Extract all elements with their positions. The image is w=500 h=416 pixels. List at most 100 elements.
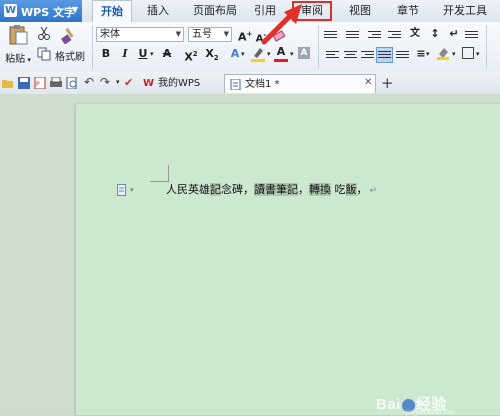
text-segment: ， bbox=[298, 183, 309, 196]
text-segment: ， bbox=[356, 183, 368, 196]
chevron-down-icon[interactable]: ▾ bbox=[452, 50, 456, 58]
strikethrough-icon[interactable]: A bbox=[160, 47, 174, 61]
tab-label: 插入 bbox=[147, 4, 169, 17]
shading-icon[interactable] bbox=[436, 46, 450, 60]
increase-indent-icon[interactable] bbox=[388, 29, 401, 41]
paragraph-handle-icon[interactable] bbox=[117, 184, 127, 196]
align-right-icon[interactable] bbox=[361, 49, 374, 61]
font-name-value: 宋体 bbox=[100, 29, 120, 40]
highlighted-text-segment: 飯 bbox=[345, 183, 357, 196]
tab-view[interactable]: 视图 bbox=[342, 0, 378, 22]
font-name-select[interactable]: 宋体 ▼ bbox=[96, 27, 184, 42]
chevron-down-icon[interactable]: ▾ bbox=[130, 186, 134, 194]
tab-sections[interactable]: 章节 bbox=[390, 0, 426, 22]
justify-icon[interactable] bbox=[376, 47, 393, 63]
text-segment: 人民英雄 bbox=[166, 183, 210, 196]
text-effect-icon[interactable]: A bbox=[228, 47, 242, 61]
tab-label: 章节 bbox=[397, 4, 419, 17]
crop-mark bbox=[168, 165, 169, 182]
borders-icon[interactable] bbox=[462, 47, 474, 59]
paste-label: 粘贴 bbox=[5, 54, 26, 65]
highlight-color-icon[interactable] bbox=[250, 46, 266, 62]
ribbon-separator bbox=[318, 25, 319, 69]
chevron-down-icon[interactable]: ▾ bbox=[267, 50, 271, 58]
cut-icon[interactable] bbox=[37, 26, 51, 40]
ribbon-separator bbox=[486, 25, 487, 69]
tab-label: 开始 bbox=[101, 5, 123, 18]
paste-icon bbox=[9, 25, 28, 45]
open-folder-icon[interactable] bbox=[2, 77, 14, 89]
bullet-list-icon[interactable] bbox=[324, 29, 337, 41]
decrease-indent-icon[interactable] bbox=[368, 29, 381, 41]
copy-icon[interactable] bbox=[37, 47, 51, 61]
tab-insert[interactable]: 插入 bbox=[140, 0, 176, 22]
grow-font-icon[interactable]: A+ bbox=[238, 27, 252, 44]
numbered-list-icon[interactable] bbox=[346, 29, 359, 41]
document-page[interactable] bbox=[76, 104, 500, 415]
align-left-icon[interactable] bbox=[326, 49, 339, 61]
italic-icon[interactable]: I bbox=[118, 47, 132, 61]
new-tab-icon[interactable]: + bbox=[381, 74, 394, 92]
subscript-icon[interactable]: X2 bbox=[205, 47, 219, 62]
ribbon-separator bbox=[92, 25, 93, 69]
doc-tab-label: 文档1 * bbox=[245, 79, 280, 90]
text-segment: 吃 bbox=[331, 183, 346, 196]
font-size-select[interactable]: 五号 ▼ bbox=[188, 27, 232, 42]
highlighted-text-segment: 記 bbox=[210, 183, 221, 196]
chevron-down-icon[interactable]: ▾ bbox=[241, 50, 245, 58]
font-size-value: 五号 bbox=[192, 29, 212, 40]
paste-button[interactable]: 粘贴 ▾ bbox=[4, 25, 32, 65]
paragraph-mark-icon: ↵ bbox=[369, 186, 378, 196]
print-icon[interactable] bbox=[50, 77, 62, 89]
font-color-icon[interactable]: A bbox=[274, 45, 288, 59]
chevron-down-icon: ▼ bbox=[72, 5, 79, 14]
quick-access-dropdown-icon[interactable]: ▾ bbox=[116, 78, 120, 86]
chevron-down-icon[interactable]: ▾ bbox=[426, 50, 430, 58]
chevron-down-icon[interactable]: ▾ bbox=[150, 50, 154, 58]
tab-label: 页面布局 bbox=[193, 4, 237, 17]
bold-icon[interactable]: B bbox=[99, 47, 113, 61]
tab-label: 视图 bbox=[349, 4, 371, 17]
chevron-down-icon[interactable]: ▾ bbox=[290, 50, 294, 58]
distributed-align-icon[interactable] bbox=[396, 49, 409, 61]
print-preview-icon[interactable] bbox=[66, 77, 78, 89]
highlighted-text-segment: 轉換 bbox=[309, 183, 331, 196]
svg-text:P: P bbox=[36, 81, 40, 88]
tab-label: 开发工具 bbox=[443, 4, 487, 17]
app-menu-label: WPS 文字 bbox=[21, 6, 75, 19]
close-tab-icon[interactable]: ✕ bbox=[364, 77, 372, 88]
text-segment: 念碑， bbox=[221, 183, 254, 196]
align-center-icon[interactable] bbox=[344, 49, 357, 61]
format-painter-icon[interactable] bbox=[60, 26, 78, 44]
doc-tab-label: 我的WPS bbox=[158, 78, 201, 89]
char-shading-icon[interactable]: A bbox=[298, 47, 310, 59]
wps-logo-icon: W bbox=[4, 4, 17, 17]
font-color-bar bbox=[274, 59, 288, 62]
annotation-arrow bbox=[261, 4, 302, 45]
watermark-url: jingyan.baidu.com bbox=[406, 410, 455, 416]
redo-icon[interactable]: ↷ bbox=[100, 75, 110, 89]
chevron-down-icon: ▼ bbox=[175, 30, 181, 38]
undo-icon[interactable]: ↶ bbox=[84, 75, 94, 89]
chevron-down-icon: ▼ bbox=[223, 30, 229, 38]
table-icon[interactable] bbox=[465, 29, 478, 41]
underline-icon[interactable]: U bbox=[136, 47, 150, 61]
document-text-line[interactable]: 人民英雄記念碑，讀書筆記，轉換 吃飯， ↵ bbox=[166, 181, 377, 199]
chevron-down-icon[interactable]: ▾ bbox=[476, 50, 480, 58]
superscript-icon[interactable]: X2 bbox=[184, 47, 198, 64]
toggle-tabbar-icon[interactable]: ✔ bbox=[124, 76, 133, 89]
tab-page-layout[interactable]: 页面布局 bbox=[185, 0, 245, 22]
doc-tab-my-wps[interactable]: W 我的WPS bbox=[138, 74, 220, 93]
wps-app-menu-button[interactable]: W WPS 文字 ▼ bbox=[0, 0, 82, 22]
export-pdf-icon[interactable]: P bbox=[34, 77, 46, 89]
tab-developer-tools[interactable]: 开发工具 bbox=[436, 0, 494, 22]
wps-logo-icon: W bbox=[143, 78, 155, 89]
save-icon[interactable] bbox=[18, 77, 30, 89]
highlighted-text-segment: 讀書筆記 bbox=[254, 183, 298, 196]
format-painter-label[interactable]: 格式刷 bbox=[55, 48, 85, 63]
tab-home[interactable]: 开始 bbox=[92, 0, 132, 22]
chinese-layout-icon[interactable]: 文 bbox=[408, 27, 422, 41]
doc-tab-document1[interactable]: 文档1 * bbox=[224, 74, 376, 93]
show-paragraph-marks-icon[interactable]: ↵ bbox=[447, 27, 461, 41]
sort-icon[interactable]: ↕ bbox=[428, 27, 442, 41]
